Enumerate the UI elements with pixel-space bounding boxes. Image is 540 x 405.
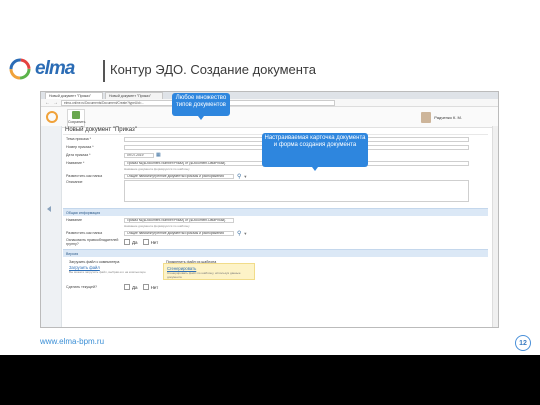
- search-icon[interactable]: ⚲: [237, 230, 241, 237]
- back-icon[interactable]: ←: [45, 100, 50, 106]
- field-row: Сделать текущей? Да Нет: [63, 283, 488, 291]
- field-label: Номер приказа *: [66, 145, 94, 149]
- signed-no-checkbox[interactable]: [142, 284, 149, 290]
- elma-logo: elma: [8, 56, 75, 82]
- upload-computer-hint: Вы можете загрузить файл, выбрав его на …: [69, 270, 146, 274]
- field-label: Название *: [66, 161, 85, 165]
- no-checkbox[interactable]: [142, 239, 149, 245]
- slide-header: elma Контур ЭДО. Создание документа: [0, 0, 540, 90]
- save-label: Сохранить: [68, 120, 86, 124]
- upload-template-box: Сгенерировать Сгенерировать файл по шабл…: [163, 263, 255, 280]
- signed-yes-checkbox[interactable]: [124, 284, 130, 290]
- field-label: Разместить как папка: [66, 174, 103, 178]
- app-logo-icon[interactable]: [46, 111, 58, 123]
- tab-bar: Новый документ "Приказ" Новый документ "…: [41, 92, 498, 99]
- callout-card-config: Настраиваемая карточка документа и форма…: [262, 133, 368, 171]
- user-name: Радченко К. М.: [434, 115, 462, 120]
- no-label: Нет: [150, 239, 159, 245]
- section-general[interactable]: Общая информация: [63, 208, 488, 216]
- slide-title: Контур ЭДО. Создание документа: [110, 62, 316, 77]
- yes-label: Да: [132, 239, 138, 245]
- field-row: Название Приказ №{$Document.Number/Prika…: [63, 216, 488, 224]
- scrollbar[interactable]: [492, 126, 498, 327]
- avatar[interactable]: [421, 112, 432, 123]
- field-row: Разместить как папка Общие папки/Внутрен…: [63, 172, 488, 180]
- description-textarea[interactable]: [124, 180, 469, 202]
- forward-icon[interactable]: →: [53, 100, 58, 106]
- date-input[interactable]: 09.07.2019: [124, 152, 154, 158]
- yes-label: Да: [132, 284, 138, 290]
- logo-word: elma: [35, 58, 75, 79]
- user-area[interactable]: Радченко К. М.: [421, 112, 462, 123]
- field-label: Описание: [66, 180, 83, 184]
- upload-area: Загрузить файл с компьютера Загрузить фа…: [63, 257, 488, 283]
- search-icon[interactable]: ⚲: [237, 173, 241, 180]
- save-icon: [72, 111, 80, 119]
- footer-link[interactable]: www.elma-bpm.ru: [40, 337, 104, 346]
- upload-template-hint: Сгенерировать файл по шаблону, используя…: [167, 271, 241, 279]
- no-label: Нет: [150, 284, 159, 290]
- chevron-down-icon[interactable]: ▼: [243, 231, 247, 236]
- folder-input[interactable]: Общие папки/Внутренние документы/Приказы…: [124, 173, 234, 179]
- browser-window: Новый документ "Приказ" Новый документ "…: [40, 91, 499, 328]
- left-panel: [41, 126, 62, 327]
- logo-ring-icon: [8, 57, 32, 81]
- browser-tab-1[interactable]: Новый документ "Приказ": [45, 92, 103, 99]
- yes-checkbox[interactable]: [124, 239, 130, 245]
- field-label: Разместить как папка: [66, 231, 103, 235]
- bottom-bar: [0, 355, 540, 405]
- page-number: 12: [515, 335, 531, 351]
- chevron-down-icon[interactable]: ▼: [243, 174, 247, 179]
- callout-text: Любое множество типов документов: [175, 95, 227, 108]
- collapse-arrow-icon[interactable]: [47, 206, 51, 212]
- field-label: Сделать текущей?: [66, 285, 98, 289]
- app-toolbar: Сохранить Радченко К. М.: [41, 107, 498, 128]
- callout-document-types: Любое множество типов документов: [172, 93, 230, 120]
- calendar-icon[interactable]: ▦: [156, 152, 161, 158]
- field-label: Ознакомить правообладателей группу?: [66, 238, 119, 246]
- field-row: Ознакомить правообладателей группу? Да Н…: [63, 237, 488, 247]
- folder-input-2[interactable]: Общие папки/Внутренние документы/Приказы…: [124, 230, 234, 236]
- browser-tab-2[interactable]: Новый документ "Приказ": [105, 92, 163, 99]
- upload-computer-title: Загрузить файл с компьютера: [69, 260, 120, 264]
- title-divider: [103, 60, 105, 82]
- upload-computer-box: Загрузить файл с компьютера Загрузить фа…: [66, 258, 151, 280]
- field-label: Название: [66, 218, 83, 222]
- name-input[interactable]: Приказ №{$Document.Number/Prikaz} от {$D…: [124, 217, 234, 223]
- field-row: Описание: [63, 180, 488, 206]
- address-bar: ← → elma-online.ru/Documents/Document/Cr…: [41, 99, 498, 107]
- field-label: Дата приказа *: [66, 153, 91, 157]
- field-label: Тема приказа *: [66, 137, 92, 141]
- callout-text: Настраиваемая карточка документа и форма…: [264, 135, 366, 148]
- section-version[interactable]: Версия: [63, 249, 488, 257]
- save-button[interactable]: Сохранить: [67, 109, 85, 127]
- field-row: Разместить как папка Общие папки/Внутрен…: [63, 229, 488, 237]
